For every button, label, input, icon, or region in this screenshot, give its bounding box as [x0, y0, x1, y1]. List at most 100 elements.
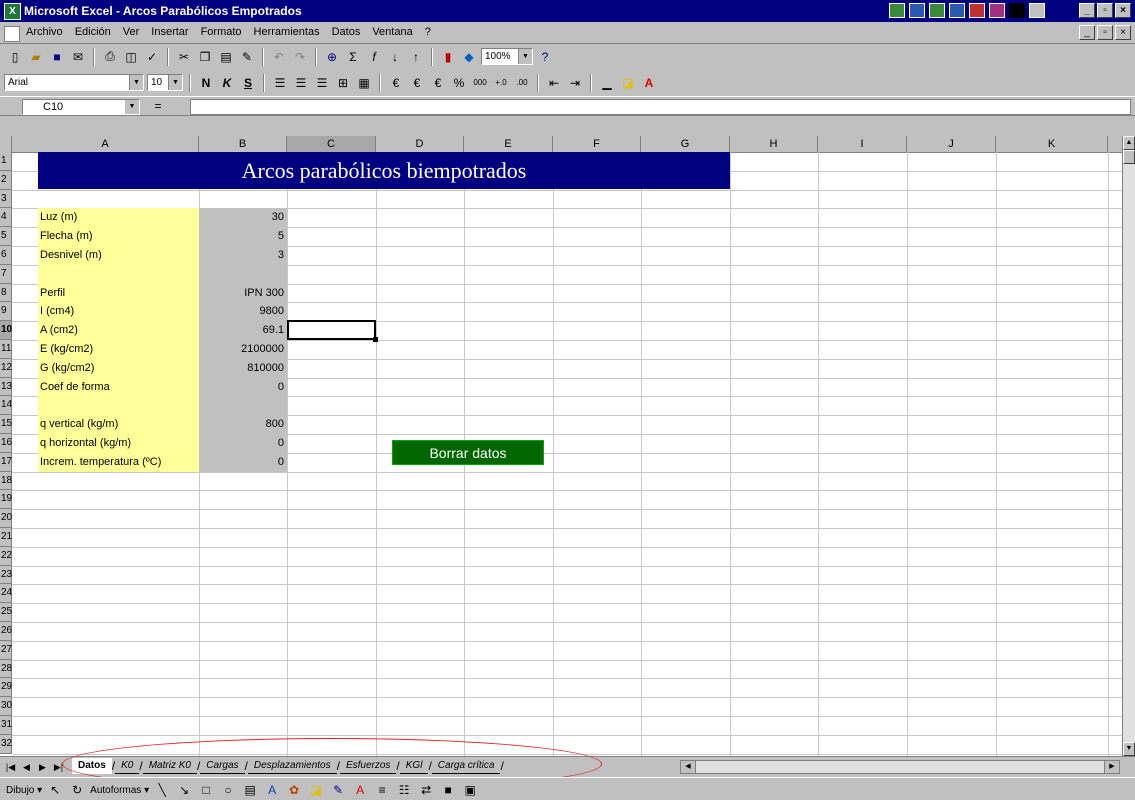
menu-herramientas[interactable]: Herramientas	[254, 26, 320, 38]
increase-indent-icon[interactable]: ⇥	[566, 74, 584, 92]
param-label[interactable]: Perfil	[40, 285, 65, 301]
email-icon[interactable]: ✉	[69, 48, 87, 66]
row-header-14[interactable]: 14	[0, 396, 12, 416]
save-icon[interactable]: ■	[48, 48, 66, 66]
param-label[interactable]: Flecha (m)	[40, 228, 93, 244]
doc-restore-button[interactable]: ▫	[1097, 25, 1113, 40]
clipart-icon[interactable]: ✿	[285, 781, 303, 799]
zoom-select[interactable]: 100% ▼	[481, 48, 533, 65]
row-header-16[interactable]: 16	[0, 434, 12, 453]
row-header-13[interactable]: 13	[0, 377, 12, 397]
sort-desc-icon[interactable]: ↑	[407, 48, 425, 66]
column-header-d[interactable]: D	[376, 136, 464, 152]
param-value[interactable]: 5	[199, 228, 286, 244]
row-header-22[interactable]: 22	[0, 546, 12, 566]
param-label[interactable]: q horizontal (kg/m)	[40, 435, 131, 451]
doc-minimize-button[interactable]: _	[1079, 25, 1095, 40]
param-label[interactable]: G (kg/cm2)	[40, 360, 94, 376]
sort-asc-icon[interactable]: ↓	[386, 48, 404, 66]
italic-button[interactable]: K	[218, 74, 236, 92]
param-label[interactable]: A (cm2)	[40, 322, 78, 338]
menu-insertar[interactable]: Insertar	[151, 26, 188, 38]
quick-launch-icon[interactable]	[909, 3, 925, 18]
param-value[interactable]: 30	[199, 209, 286, 225]
row-header-3[interactable]: 3	[0, 189, 12, 209]
param-label[interactable]: q vertical (kg/m)	[40, 416, 118, 432]
param-label[interactable]: Desnivel (m)	[40, 247, 102, 263]
next-sheet-icon[interactable]: ▶	[36, 760, 49, 774]
autosum-icon[interactable]: Σ	[344, 48, 362, 66]
line-style-icon[interactable]: ≡	[373, 781, 391, 799]
arrow-icon[interactable]: ↘	[175, 781, 193, 799]
formula-input[interactable]	[190, 99, 1131, 115]
currency-icon[interactable]: €	[387, 74, 405, 92]
scroll-up-icon[interactable]: ▲	[1123, 136, 1135, 150]
fill-color-icon[interactable]: ◪	[307, 781, 325, 799]
scroll-right-icon[interactable]: ▶	[1104, 761, 1119, 773]
borders-icon[interactable]: ▁	[598, 74, 616, 92]
sheet-tab[interactable]: K0	[115, 758, 140, 774]
vertical-scrollbar[interactable]: ▲ ▼	[1122, 136, 1135, 756]
sheet-tab[interactable]: Cargas	[200, 758, 245, 774]
quick-launch-icon[interactable]	[949, 3, 965, 18]
table-icon[interactable]: ▦	[355, 74, 373, 92]
chart-wizard-icon[interactable]: ▮	[439, 48, 457, 66]
param-value[interactable]: 0	[199, 454, 286, 470]
column-header-k[interactable]: K	[996, 136, 1108, 152]
param-value[interactable]: IPN 300	[199, 285, 286, 301]
row-header-24[interactable]: 24	[0, 584, 12, 604]
document-icon[interactable]	[4, 26, 20, 42]
quick-launch-icon[interactable]	[969, 3, 985, 18]
menu-ver[interactable]: Ver	[123, 26, 140, 38]
fill-handle[interactable]	[373, 337, 378, 342]
column-header-i[interactable]: I	[818, 136, 907, 152]
merge-center-icon[interactable]: ⊞	[334, 74, 352, 92]
param-value[interactable]: 69.1	[199, 322, 286, 338]
hyperlink-icon[interactable]: ⊕	[323, 48, 341, 66]
undo-icon[interactable]: ↶	[270, 48, 288, 66]
row-header-31[interactable]: 31	[0, 716, 12, 735]
line-color-icon[interactable]: ✎	[329, 781, 347, 799]
draw-menu-button[interactable]: Dibujo ▾	[6, 785, 42, 796]
column-header-b[interactable]: B	[199, 136, 287, 152]
chevron-down-icon[interactable]: ▼	[168, 75, 182, 90]
chevron-down-icon[interactable]: ▼	[125, 100, 139, 114]
percent-icon[interactable]: %	[450, 74, 468, 92]
quick-launch-icon[interactable]	[989, 3, 1005, 18]
select-all-corner[interactable]	[0, 136, 12, 152]
quick-launch-icon[interactable]	[929, 3, 945, 18]
equals-button[interactable]: =	[150, 98, 166, 114]
param-value[interactable]: 9800	[199, 303, 286, 319]
row-header-4[interactable]: 4	[0, 208, 12, 228]
quick-launch-icon[interactable]	[889, 3, 905, 18]
name-box[interactable]: C10 ▼	[22, 99, 140, 115]
sheet-tab[interactable]: Desplazamientos	[247, 758, 337, 774]
font-color-icon[interactable]: A	[640, 74, 658, 92]
decrease-decimal-icon[interactable]: .00	[513, 74, 531, 92]
cut-icon[interactable]: ✂	[175, 48, 193, 66]
first-sheet-icon[interactable]: |◀	[4, 760, 17, 774]
oval-icon[interactable]: ○	[219, 781, 237, 799]
font-select[interactable]: Arial ▼	[4, 74, 144, 91]
param-label[interactable]: I (cm4)	[40, 303, 74, 319]
param-value[interactable]: 0	[199, 435, 286, 451]
font-size-select[interactable]: 10 ▼	[147, 74, 183, 91]
help-icon[interactable]: ?	[536, 48, 554, 66]
menu-datos[interactable]: Datos	[332, 26, 361, 38]
minimize-button[interactable]: _	[1079, 3, 1095, 18]
open-icon[interactable]: ▰	[27, 48, 45, 66]
row-header-9[interactable]: 9	[0, 302, 12, 322]
horizontal-scrollbar[interactable]: ◀ ▶	[680, 760, 1120, 774]
row-header-10[interactable]: 10	[0, 321, 12, 340]
arrow-style-icon[interactable]: ⇄	[417, 781, 435, 799]
align-center-icon[interactable]: ☰	[292, 74, 310, 92]
menu-edicion[interactable]: Edición	[75, 26, 111, 38]
row-header-23[interactable]: 23	[0, 565, 12, 585]
param-value[interactable]: 0	[199, 379, 286, 395]
sheet-tab[interactable]: Esfuerzos	[339, 758, 397, 774]
column-header-e[interactable]: E	[464, 136, 553, 152]
chevron-down-icon[interactable]: ▼	[129, 75, 143, 90]
select-objects-icon[interactable]: ↖	[46, 781, 64, 799]
sheet-tab[interactable]: Carga crítica	[431, 758, 501, 774]
paste-icon[interactable]: ▤	[217, 48, 235, 66]
